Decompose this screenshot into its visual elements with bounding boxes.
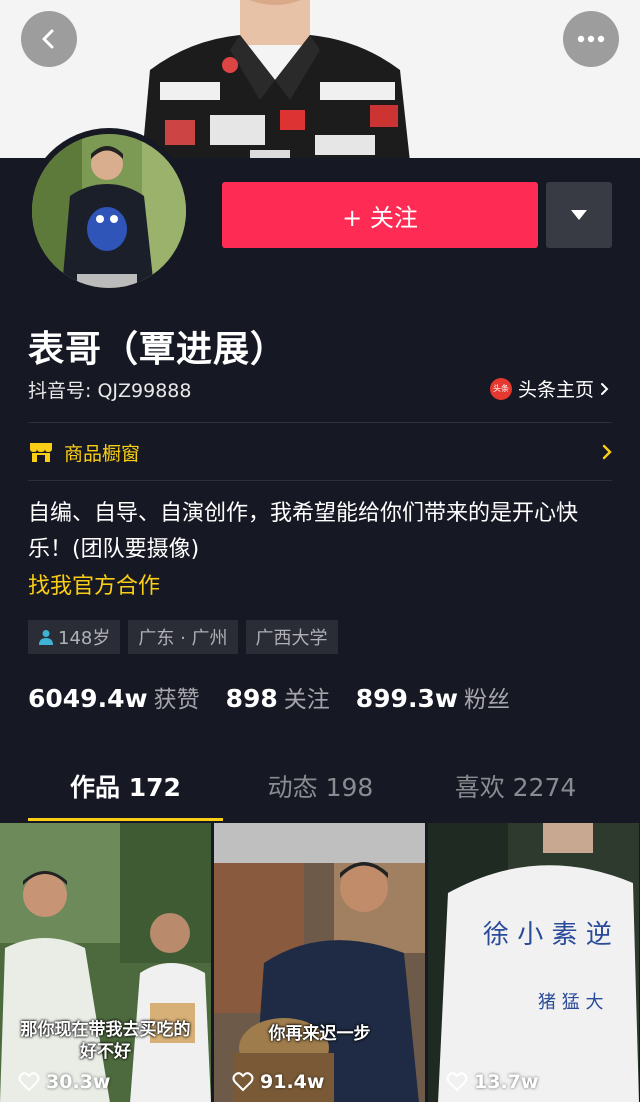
cover-person-image [130, 0, 420, 158]
svg-text:徐 小 素 逆: 徐 小 素 逆 [483, 920, 612, 950]
chevron-right-icon [601, 382, 609, 395]
profile-tags: 148岁 广东 · 广州 广西大学 [28, 620, 338, 654]
svg-text:猪 猛 大: 猪 猛 大 [538, 992, 603, 1013]
chevron-left-icon [42, 29, 54, 49]
profile-section: + 关注 表哥（覃进展） 抖音号: QJZ99888 头条 头条主页 商品橱窗 … [0, 128, 640, 1102]
back-button[interactable] [21, 11, 77, 67]
recommend-dropdown-button[interactable] [546, 182, 612, 248]
divider [28, 422, 612, 423]
video-grid: 那你现在带我去买吃的 好不好 30.3w 你再来迟一步 91.4w 徐 小 素 … [0, 823, 640, 1102]
toutiao-homepage-link[interactable]: 头条 头条主页 [489, 375, 610, 402]
video-likes: 91.4w [232, 1071, 324, 1093]
douyin-id: 抖音号: QJZ99888 [28, 380, 192, 402]
likes-count: 6049.4w [28, 684, 148, 713]
active-tab-indicator [28, 818, 223, 821]
business-contact-link[interactable]: 找我官方合作 [28, 568, 160, 600]
more-button[interactable] [563, 11, 619, 67]
video-thumbnail[interactable]: 那你现在带我去买吃的 好不好 30.3w [0, 823, 211, 1102]
toutiao-logo-icon: 头条 [489, 377, 512, 400]
profile-stats: 6049.4w 获赞 898 关注 899.3w 粉丝 [28, 680, 536, 714]
video-thumbnail-image [214, 823, 425, 1102]
avatar[interactable] [32, 134, 186, 288]
heart-icon [18, 1072, 40, 1092]
heart-icon [232, 1072, 254, 1092]
followers-count[interactable]: 899.3w [356, 684, 458, 713]
video-thumbnail[interactable]: 你再来迟一步 91.4w [214, 823, 425, 1102]
school-tag: 广西大学 [245, 620, 338, 654]
content-tabs: 作品 172 动态 198 喜欢 2274 [0, 768, 640, 824]
avatar-wrapper[interactable] [26, 128, 192, 294]
followers-label[interactable]: 粉丝 [464, 680, 510, 714]
profile-name: 表哥（覃进展） [28, 329, 288, 370]
ellipsis-icon [577, 35, 605, 43]
shop-window-label: 商品橱窗 [64, 442, 141, 465]
tab-works[interactable]: 作品 172 [28, 768, 223, 824]
video-thumbnail[interactable]: 徐 小 素 逆 猪 猛 大 13.7w [428, 823, 639, 1102]
tab-likes[interactable]: 喜欢 2274 [418, 768, 613, 824]
location-tag: 广东 · 广州 [128, 620, 238, 654]
shop-window-link[interactable]: 商品橱窗 [28, 434, 612, 470]
divider [28, 480, 612, 481]
video-likes: 30.3w [18, 1071, 110, 1093]
follow-label: + 关注 [342, 203, 418, 232]
video-likes: 13.7w [446, 1071, 538, 1093]
toutiao-label: 头条主页 [517, 379, 594, 401]
video-thumbnail-image: 徐 小 素 逆 猪 猛 大 [428, 823, 639, 1102]
chevron-right-icon [602, 444, 612, 460]
caret-down-icon [571, 210, 587, 220]
avatar-image [32, 134, 186, 288]
likes-label: 获赞 [153, 687, 200, 713]
tab-moments[interactable]: 动态 198 [223, 768, 418, 824]
video-caption: 那你现在带我去买吃的 好不好 [20, 1020, 191, 1062]
shop-icon [30, 443, 52, 462]
following-label[interactable]: 关注 [284, 680, 330, 714]
person-icon [39, 630, 53, 645]
following-count[interactable]: 898 [226, 684, 278, 713]
video-caption: 你再来迟一步 [268, 1024, 371, 1044]
heart-icon [446, 1072, 468, 1092]
bio-text: 自编、自导、自演创作，我希望能给你们带来的是开心快乐！(团队要摄像) [28, 501, 579, 562]
age-tag: 148岁 [28, 620, 121, 654]
follow-button[interactable]: + 关注 [222, 182, 538, 248]
